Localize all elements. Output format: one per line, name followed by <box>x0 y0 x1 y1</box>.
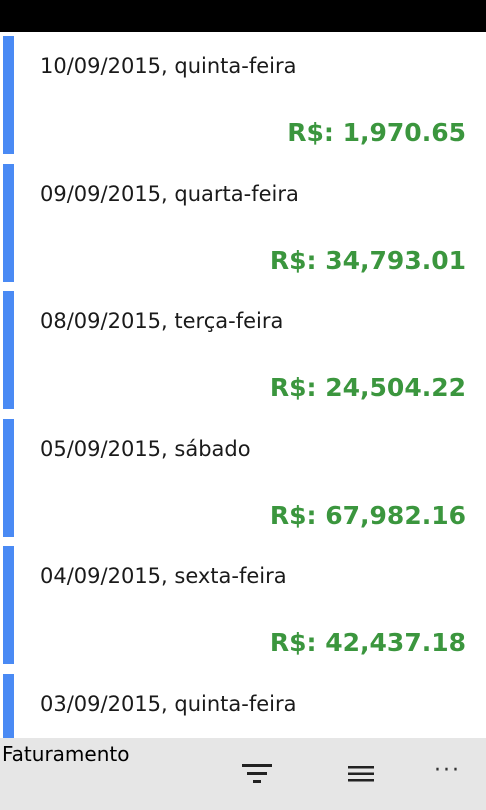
item-accent-bar <box>3 36 14 154</box>
list-item[interactable]: 05/09/2015, sábado R$: 67,982.16 <box>0 415 486 537</box>
item-date: 04/09/2015, sexta-feira <box>40 564 287 588</box>
filter-button[interactable] <box>237 754 281 794</box>
item-amount: R$: 1,970.65 <box>287 118 466 147</box>
filter-icon <box>242 764 272 783</box>
item-date: 10/09/2015, quinta-feira <box>40 54 297 78</box>
more-button[interactable]: ··· <box>428 754 472 794</box>
item-accent-bar <box>3 419 14 537</box>
item-amount: R$: 24,504.22 <box>269 373 466 402</box>
menu-icon <box>348 766 374 782</box>
item-amount: R$: 34,793.01 <box>269 246 466 275</box>
list-item[interactable]: 04/09/2015, sexta-feira R$: 42,437.18 <box>0 542 486 664</box>
item-accent-bar <box>3 291 14 409</box>
item-date: 09/09/2015, quarta-feira <box>40 182 299 206</box>
menu-button[interactable] <box>340 754 384 794</box>
item-date: 05/09/2015, sábado <box>40 437 251 461</box>
app-bar-title: Faturamento <box>2 742 130 766</box>
more-icon: ··· <box>434 758 461 783</box>
list-item[interactable]: 08/09/2015, terça-feira R$: 24,504.22 <box>0 287 486 409</box>
list-item[interactable]: 10/09/2015, quinta-feira R$: 1,970.65 <box>0 32 486 154</box>
list-item[interactable]: 03/09/2015, quinta-feira <box>0 670 486 738</box>
status-bar <box>0 0 486 32</box>
item-accent-bar <box>3 546 14 664</box>
item-accent-bar <box>3 164 14 282</box>
item-date: 08/09/2015, terça-feira <box>40 309 284 333</box>
item-amount: R$: 67,982.16 <box>269 501 466 530</box>
app-bar: Faturamento ··· <box>0 738 486 810</box>
item-amount: R$: 42,437.18 <box>269 628 466 657</box>
item-accent-bar <box>3 674 14 738</box>
list-item[interactable]: 09/09/2015, quarta-feira R$: 34,793.01 <box>0 160 486 282</box>
item-date: 03/09/2015, quinta-feira <box>40 692 297 716</box>
revenue-list[interactable]: 10/09/2015, quinta-feira R$: 1,970.65 09… <box>0 32 486 738</box>
